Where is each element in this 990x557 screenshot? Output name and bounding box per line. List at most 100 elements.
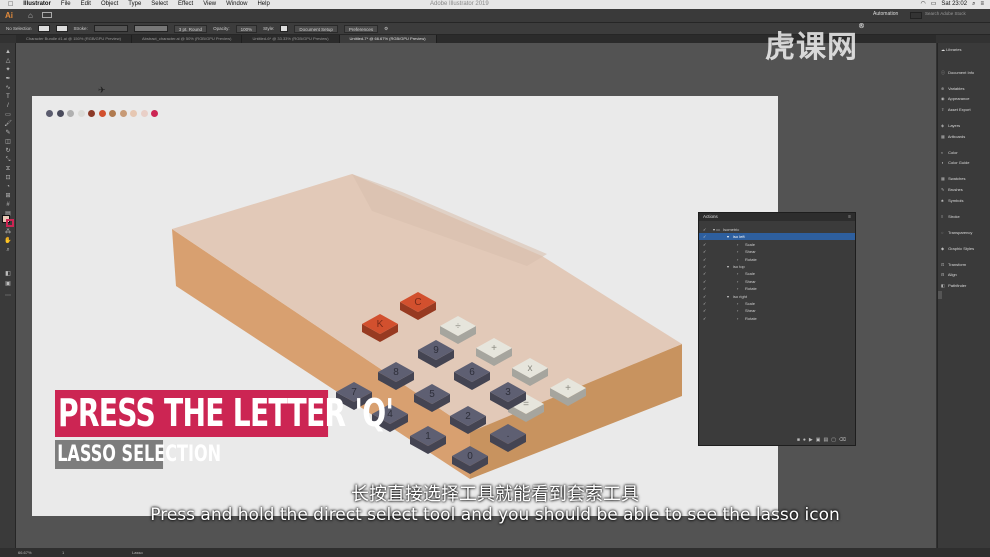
libraries-item[interactable]: ☁ Libraries (941, 47, 961, 52)
panel-variables[interactable]: ⊕ Variables (941, 85, 990, 92)
paintbrush-tool-icon[interactable]: 🖌 (3, 121, 13, 127)
panel-info[interactable]: ⓘ Document Info (941, 69, 990, 76)
palette-swatch[interactable] (46, 110, 53, 117)
checkmark-icon[interactable]: ✓ (703, 248, 706, 255)
type-tool-icon[interactable]: T (3, 94, 13, 100)
scale-tool-icon[interactable]: ⤡ (3, 157, 13, 163)
current-tool-status[interactable]: Lasso (132, 548, 143, 557)
checkmark-icon[interactable]: ✓ (703, 300, 706, 307)
action-row[interactable]: ✓ ▾ iso right (699, 293, 855, 300)
zoom-tool-icon[interactable]: ⌕ (3, 247, 13, 253)
dock-scrollbar[interactable] (938, 291, 942, 299)
canvas-area[interactable]: ✈ K C ÷ + x + = 9 6 3 8 5 2 7 4 1 0. PRESS THE LETTER 'Q… (16, 43, 936, 548)
graphic-style-swatch[interactable] (280, 25, 289, 32)
rectangle-tool-icon[interactable]: ▭ (3, 112, 13, 118)
panel-brushes[interactable]: ✎ Brushes (941, 186, 990, 193)
menu-app[interactable]: Illustrator (18, 0, 56, 9)
menu-help[interactable]: Help (252, 0, 274, 9)
checkmark-icon[interactable]: ✓ (703, 233, 706, 240)
home-icon[interactable]: ⌂ (28, 11, 33, 20)
arrange-documents-icon[interactable] (42, 12, 52, 18)
menu-file[interactable]: File (56, 0, 76, 9)
action-row[interactable]: ✓ › Shear (699, 307, 855, 314)
preferences-button[interactable]: Preferences (343, 24, 379, 33)
panel-appearance[interactable]: ◉ Appearance (941, 95, 990, 102)
document-setup-button[interactable]: Document Setup (294, 24, 338, 33)
action-row[interactable]: ✓ › Scale (699, 300, 855, 307)
menu-effect[interactable]: Effect (173, 0, 198, 9)
curvature-tool-icon[interactable]: ∿ (3, 85, 13, 91)
menu-edit[interactable]: Edit (76, 0, 96, 9)
disclosure-icon[interactable]: › (737, 285, 738, 292)
checkmark-icon[interactable]: ✓ (703, 270, 706, 277)
checkmark-icon[interactable]: ✓ (703, 241, 706, 248)
action-row[interactable]: ✓ › Scale (699, 241, 855, 248)
tab-abstract-character[interactable]: Abstract_character.ai @ 50% (RGB/GPU Pre… (132, 35, 243, 43)
disclosure-icon[interactable]: › (737, 300, 738, 307)
screen-mode-icon[interactable]: ▣ (3, 281, 13, 287)
free-transform-tool-icon[interactable]: ⊡ (3, 175, 13, 181)
menu-view[interactable]: View (198, 0, 221, 9)
width-tool-icon[interactable]: ⧖ (3, 166, 13, 172)
panel-swatches[interactable]: ▦ Swatches (941, 175, 990, 182)
brush-definition[interactable]: 3 pt. Round (173, 24, 208, 33)
wifi-icon[interactable]: ◠ (921, 0, 926, 9)
action-row[interactable]: ✓ › Shear (699, 248, 855, 255)
checkmark-icon[interactable]: ✓ (703, 293, 706, 300)
direct-selection-tool-icon[interactable]: △ (3, 58, 13, 64)
pen-tool-icon[interactable]: ✒ (3, 76, 13, 82)
menu-select[interactable]: Select (146, 0, 173, 9)
shape-builder-tool-icon[interactable]: ◔ (3, 184, 13, 190)
folder-icon[interactable]: ▾ ▭ (713, 226, 720, 233)
opacity-field[interactable]: 100% (235, 24, 258, 33)
disclosure-icon[interactable]: › (737, 307, 738, 314)
battery-icon[interactable]: ▭ (931, 0, 937, 9)
disclosure-icon[interactable]: › (737, 278, 738, 285)
actions-footer-controls[interactable]: ■●▶▣▤▢⌫ (699, 435, 855, 445)
clock[interactable]: Sat 23:02 (941, 0, 967, 9)
checkmark-icon[interactable]: ✓ (703, 285, 706, 292)
disclosure-icon[interactable]: › (737, 241, 738, 248)
checkmark-icon[interactable]: ✓ (703, 307, 706, 314)
action-row[interactable]: ✓ › Scale (699, 270, 855, 277)
perspective-grid-tool-icon[interactable]: ⊞ (3, 193, 13, 199)
palette-swatch[interactable] (56, 110, 64, 117)
arrange-icon[interactable]: ⚙ (384, 26, 388, 32)
disclosure-icon[interactable]: › (737, 248, 738, 255)
search-icon[interactable]: ⌕ (972, 0, 975, 9)
checkmark-icon[interactable]: ✓ (703, 256, 706, 263)
rotate-tool-icon[interactable]: ↻ (3, 148, 13, 154)
panel-layers[interactable]: ◈ Layers (941, 122, 990, 129)
tab-untitled-7[interactable]: Untitled-7* @ 66.67% (RGB/GPU Preview) (339, 35, 437, 43)
tab-untitled-6[interactable]: Untitled-6* @ 33.33% (RGB/GPU Preview) (242, 35, 340, 43)
apple-icon[interactable]:  (0, 1, 18, 8)
tab-character-bundle[interactable]: Character Bundle #1.ai @ 150% (RGB/GPU P… (16, 35, 132, 43)
checkmark-icon[interactable]: ✓ (703, 278, 706, 285)
action-row[interactable]: ✓ ▾ iso left (699, 233, 855, 241)
symbol-sprayer-tool-icon[interactable]: ⁂ (3, 229, 13, 235)
disclosure-icon[interactable]: › (737, 315, 738, 322)
menu-type[interactable]: Type (123, 0, 146, 9)
menu-window[interactable]: Window (221, 0, 252, 9)
panel-stroke[interactable]: ≡ Stroke (941, 213, 990, 220)
fill-swatch[interactable] (37, 25, 50, 32)
action-row[interactable]: ✓ › Rotate (699, 256, 855, 263)
panel-transparency[interactable]: ◌ Transparency (941, 229, 990, 236)
action-row[interactable]: ✓ › Rotate (699, 285, 855, 292)
menu-object[interactable]: Object (96, 0, 123, 9)
zoom-level[interactable]: 66.67% (18, 548, 32, 557)
action-row[interactable]: ✓ ▾ ▭ Isometric (699, 226, 855, 233)
panel-transform[interactable]: ⊡ Transform (941, 261, 990, 268)
disclosure-icon[interactable]: › (737, 270, 738, 277)
mesh-tool-icon[interactable]: # (3, 202, 13, 208)
panel-graphic-styles[interactable]: ◆ Graphic Styles (941, 245, 990, 252)
panel-symbols[interactable]: ♣ Symbols (941, 197, 990, 204)
search-field-icon[interactable] (910, 12, 922, 19)
disclosure-icon[interactable]: › (737, 256, 738, 263)
workspace-switcher[interactable]: Automation (873, 11, 898, 17)
panel-pathfinder[interactable]: ◧ Pathfinder (941, 282, 990, 289)
panel-color-guide[interactable]: ◑ Color Guide (941, 159, 990, 166)
hand-tool-icon[interactable]: ✋ (3, 238, 13, 244)
artboard-number[interactable]: 1 (62, 548, 64, 557)
checkmark-icon[interactable]: ✓ (703, 263, 706, 270)
